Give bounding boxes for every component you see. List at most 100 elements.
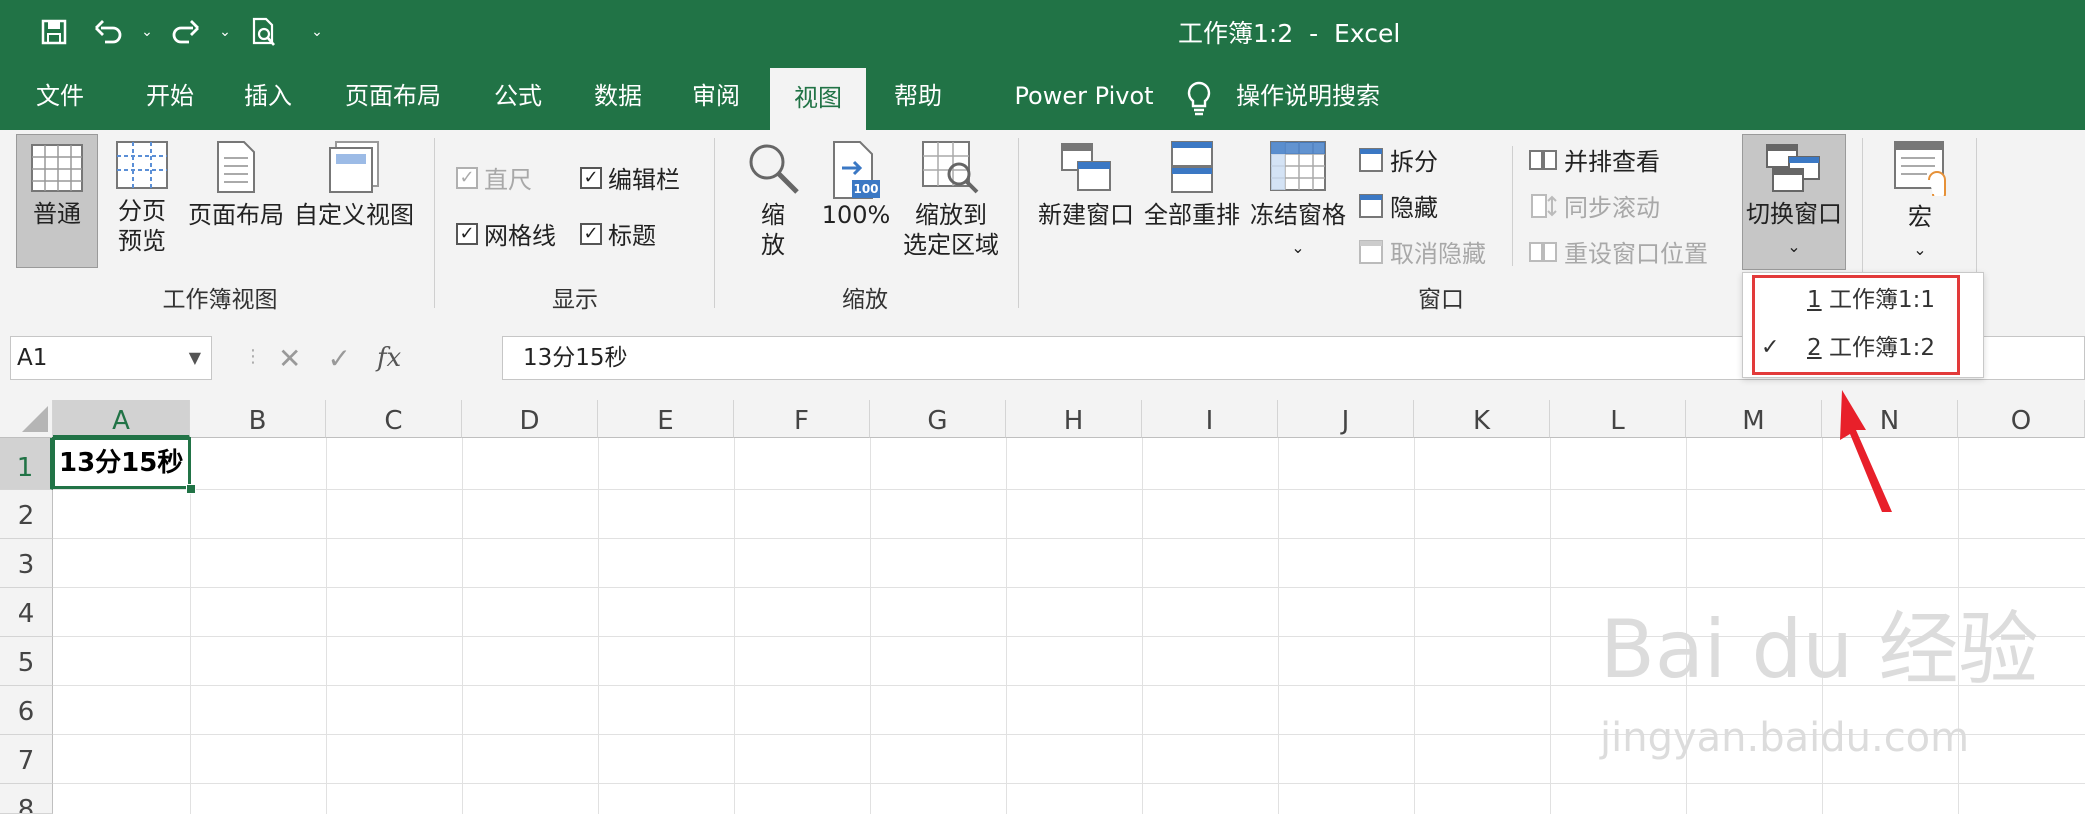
hide-button[interactable]: 隐藏 (1358, 188, 1438, 223)
macros-label: 宏 (1908, 203, 1932, 231)
column-header-K[interactable]: K (1414, 400, 1550, 438)
group-label-zoom: 缩放 (842, 287, 888, 313)
column-header-B[interactable]: B (190, 400, 326, 438)
grid-line (734, 438, 735, 814)
macros-button[interactable]: 宏 ⌄ (1880, 140, 1960, 265)
print-preview-button[interactable] (240, 12, 288, 52)
split-button[interactable]: 拆分 (1358, 142, 1438, 177)
formula-bar-checkbox[interactable]: ✓ 编辑栏 (580, 160, 680, 195)
column-header-E[interactable]: E (598, 400, 734, 438)
row-header-4[interactable]: 4 (0, 588, 53, 637)
undo-button[interactable] (84, 12, 132, 52)
custom-views-button[interactable]: 自定义视图 (292, 140, 416, 230)
enter-icon[interactable]: ✓ (327, 342, 350, 375)
split-label: 拆分 (1390, 148, 1438, 176)
grid-line (462, 438, 463, 814)
column-header-M[interactable]: M (1686, 400, 1822, 438)
split-icon (1359, 147, 1383, 172)
grid-line (1006, 438, 1007, 814)
side-by-side-icon (1529, 149, 1557, 170)
zoom-100-badge: 100 (853, 182, 879, 196)
column-header-H[interactable]: H (1006, 400, 1142, 438)
name-box-dropdown-icon[interactable]: ▼ (189, 337, 201, 379)
custom-views-label: 自定义视图 (294, 201, 414, 229)
tab-insert[interactable]: 插入 (228, 62, 308, 130)
row-header-8[interactable]: 8 (0, 784, 53, 814)
tab-review[interactable]: 审阅 (676, 62, 756, 130)
zoom-to-selection-button[interactable]: 缩放到 选定区域 (898, 140, 1004, 260)
row-header-1[interactable]: 1 (0, 438, 53, 490)
grid-line (598, 438, 599, 814)
print-preview-icon (252, 17, 275, 46)
insert-function-icon[interactable]: fx (377, 343, 401, 373)
normal-view-button[interactable]: 普通 (16, 134, 98, 268)
headings-checkbox[interactable]: ✓ 标题 (580, 216, 656, 251)
tab-data[interactable]: 数据 (578, 62, 658, 130)
switch-windows-button[interactable]: 切换窗口 ⌄ (1742, 134, 1846, 270)
row-header-3[interactable]: 3 (0, 539, 53, 588)
select-all-button[interactable] (0, 400, 53, 438)
page-break-preview-button[interactable]: 分页 预览 (106, 140, 178, 256)
tab-help[interactable]: 帮助 (878, 62, 958, 130)
tab-formulas[interactable]: 公式 (478, 62, 558, 130)
column-header-L[interactable]: L (1550, 400, 1686, 438)
zoom-label-2: 放 (761, 231, 785, 259)
sync-scroll-label: 同步滚动 (1564, 194, 1660, 222)
resize-grip-icon[interactable]: ⋮ (244, 346, 262, 367)
unhide-label: 取消隐藏 (1390, 240, 1486, 268)
unhide-button[interactable]: 取消隐藏 (1358, 234, 1486, 269)
hide-window-icon (1359, 193, 1383, 218)
new-window-button[interactable]: 新建窗口 (1036, 140, 1136, 230)
ruler-label: 直尺 (484, 166, 532, 194)
zoom-100-button[interactable]: 100 100% (818, 140, 894, 230)
tab-file[interactable]: 文件 (22, 62, 98, 130)
tab-view[interactable]: 视图 (770, 68, 866, 130)
row-header-7[interactable]: 7 (0, 735, 53, 784)
ruler-checkbox[interactable]: ✓ 直尺 (456, 160, 532, 195)
freeze-panes-button[interactable]: 冻结窗格 ⌄ (1248, 140, 1348, 263)
gridlines-check-icon: ✓ (456, 222, 478, 245)
zoom-to-selection-label-1: 缩放到 (915, 201, 987, 229)
reset-window-position-button[interactable]: 重设窗口位置 (1528, 234, 1708, 269)
tab-home[interactable]: 开始 (130, 62, 210, 130)
redo-button[interactable] (162, 12, 210, 52)
cell-A1[interactable]: 13分15秒 (52, 437, 191, 489)
row-header-5[interactable]: 5 (0, 637, 53, 686)
customize-qat-icon[interactable]: ⌄ (308, 24, 326, 40)
tab-power-pivot[interactable]: Power Pivot (984, 62, 1184, 130)
window-title: 工作簿1:2 - Excel (1178, 19, 1401, 48)
grid-line (1142, 438, 1143, 814)
macros-icon (1894, 141, 1946, 196)
column-header-J[interactable]: J (1278, 400, 1414, 438)
custom-views-icon (329, 141, 379, 193)
tab-page-layout[interactable]: 页面布局 (334, 62, 452, 130)
row-header-6[interactable]: 6 (0, 686, 53, 735)
column-header-G[interactable]: G (870, 400, 1006, 438)
save-button[interactable] (30, 12, 78, 52)
name-box[interactable]: A1 ▼ (10, 336, 212, 380)
grid-line (190, 438, 191, 814)
column-header-C[interactable]: C (326, 400, 462, 438)
column-header-O[interactable]: O (1958, 400, 2085, 438)
undo-dropdown-icon[interactable]: ⌄ (138, 24, 156, 40)
page-break-preview-icon (116, 141, 168, 189)
arrange-all-label: 全部重排 (1144, 201, 1240, 229)
view-side-by-side-button[interactable]: 并排查看 (1528, 142, 1660, 177)
sync-scroll-button[interactable]: 同步滚动 (1528, 188, 1660, 223)
column-header-I[interactable]: I (1142, 400, 1278, 438)
cancel-icon[interactable]: ✕ (278, 342, 301, 375)
zoom-button[interactable]: 缩 放 (738, 140, 808, 260)
row-header-2[interactable]: 2 (0, 490, 53, 539)
watermark-logo: Bai du 经验 (1600, 603, 2039, 696)
gridlines-checkbox[interactable]: ✓ 网格线 (456, 216, 556, 251)
tell-me-search[interactable]: 操作说明搜索 (1236, 62, 1386, 130)
switch-windows-icon (1766, 144, 1820, 192)
fill-handle[interactable] (186, 484, 196, 494)
page-layout-view-button[interactable]: 页面布局 (186, 140, 286, 230)
arrange-all-icon (1171, 141, 1213, 193)
arrange-all-button[interactable]: 全部重排 (1142, 140, 1242, 230)
column-header-D[interactable]: D (462, 400, 598, 438)
column-header-A[interactable]: A (53, 400, 190, 438)
column-header-F[interactable]: F (734, 400, 870, 438)
redo-dropdown-icon[interactable]: ⌄ (216, 24, 234, 40)
